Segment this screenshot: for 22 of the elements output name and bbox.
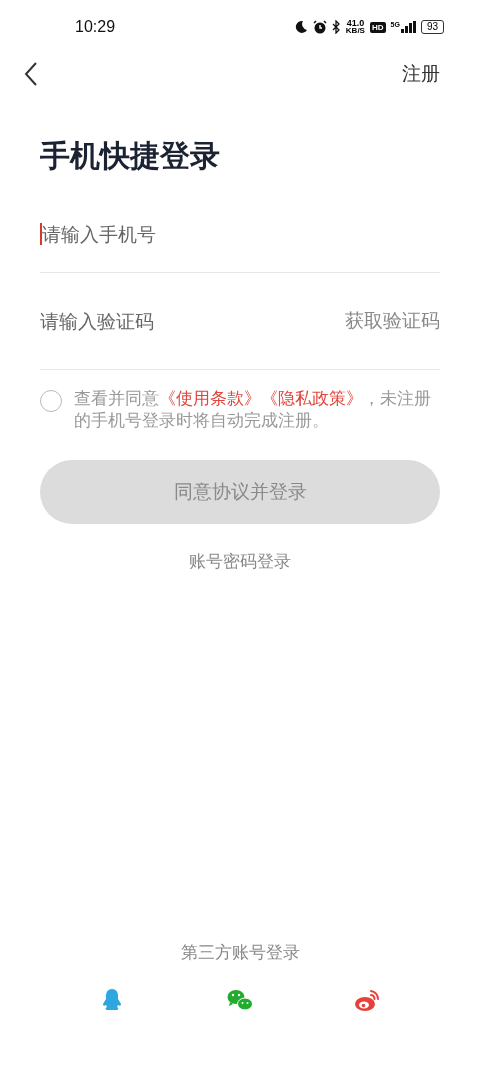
register-link[interactable]: 注册 [402,61,440,87]
signal-icon [400,21,416,33]
hd-badge: HD [369,21,386,33]
code-input[interactable]: 请输入验证码 [40,310,345,332]
bluetooth-icon [331,20,341,34]
speed-value: 41.0 [346,19,365,27]
alarm-icon [312,20,327,34]
chat-bubbles-icon[interactable] [227,988,253,1012]
moon-icon [293,20,308,34]
agreement-text: 查看并同意《使用条款》《隐私政策》，未注册的手机号登录时将自动完成注册。 [74,388,432,432]
eye-swirl-icon[interactable] [353,988,380,1012]
phone-input[interactable]: 请输入手机号 [40,223,440,245]
page-title: 手机快捷登录 [40,138,221,174]
policy-link[interactable]: 《隐私政策》 [261,389,363,408]
battery-indicator: 93 [420,20,444,34]
third-party-heading: 第三方账号登录 [180,941,300,964]
policy-link[interactable]: 《使用条款》 [159,389,261,408]
speed-unit: KB/S [345,27,365,35]
password-login-link[interactable]: 账号密码登录 [189,550,291,573]
clock-time: 10:29 [75,18,116,36]
get-code-link[interactable]: 获取验证码 [345,308,440,334]
back-button[interactable] [24,62,38,86]
